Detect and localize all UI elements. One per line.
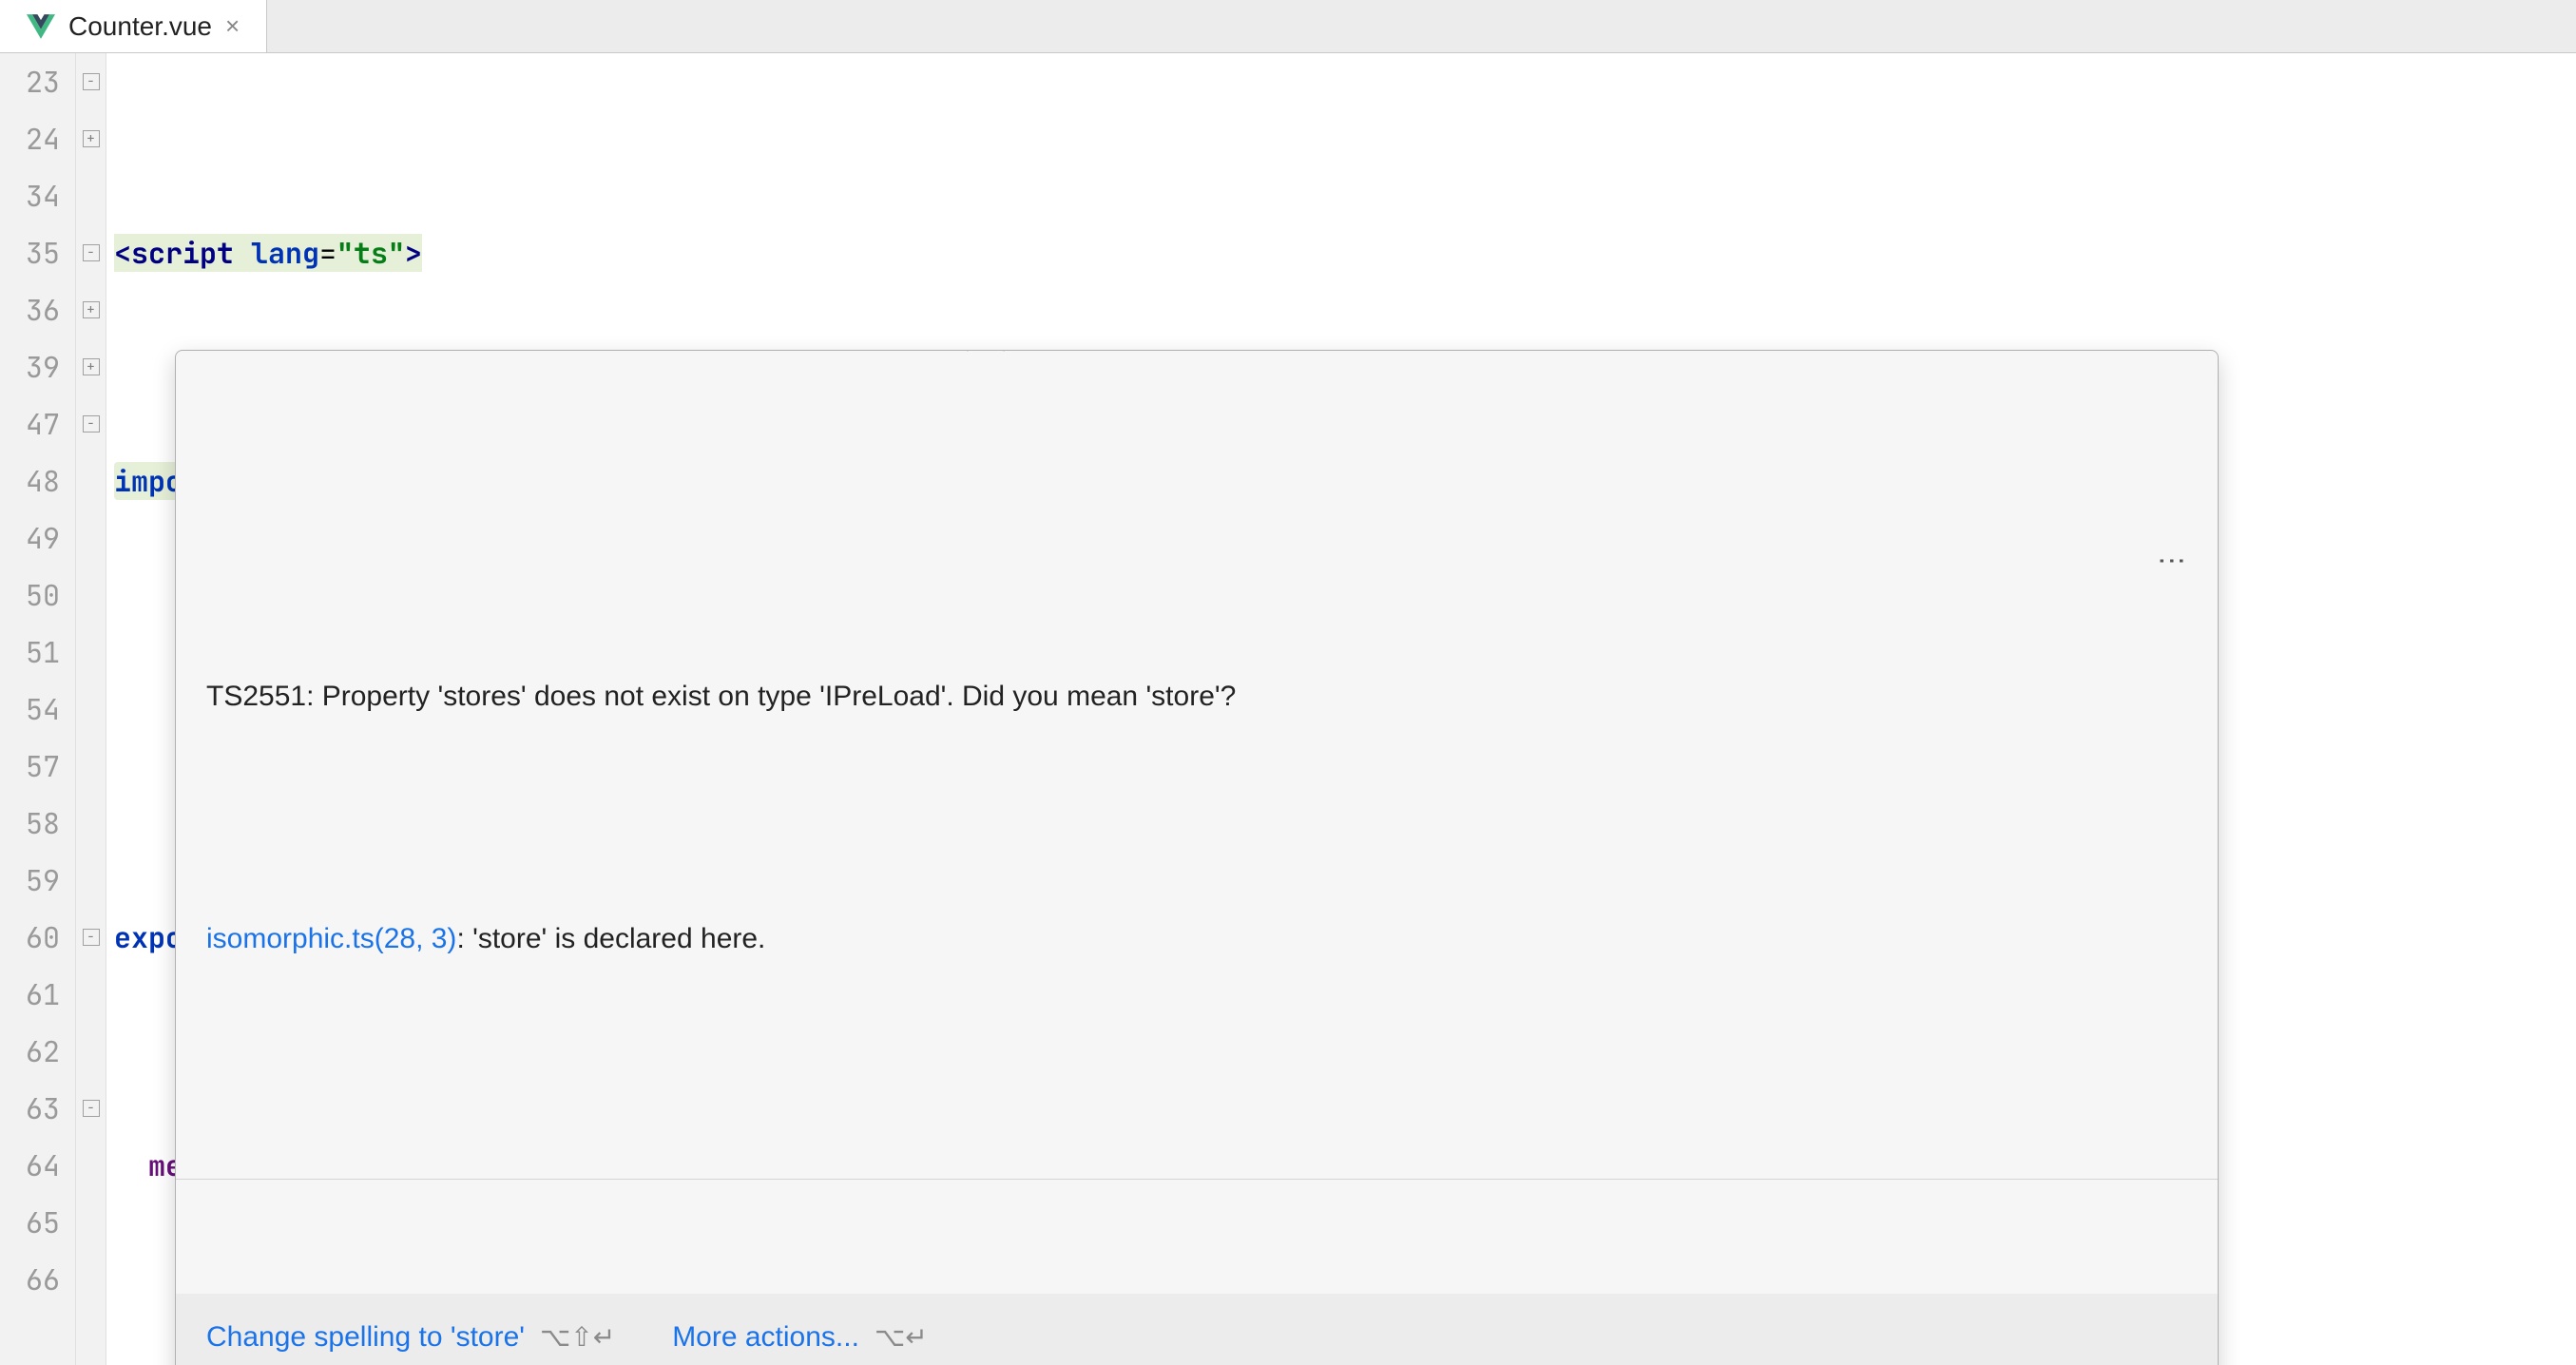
fold-toggle-icon[interactable]: − <box>83 1100 100 1117</box>
line-number: 62 <box>0 1023 60 1080</box>
line-number: 34 <box>0 167 60 224</box>
line-number: 64 <box>0 1137 60 1194</box>
line-number: 58 <box>0 795 60 852</box>
code-line: <script lang="ts"> <box>106 224 2576 281</box>
line-number: 49 <box>0 509 60 567</box>
line-number: 50 <box>0 567 60 624</box>
token: script <box>131 234 234 272</box>
fold-gutter: − + − + + − − − <box>76 53 106 1365</box>
token: > <box>405 234 422 272</box>
tab-bar: Counter.vue × <box>0 0 2576 53</box>
line-number: 23 <box>0 53 60 110</box>
line-number: 24 <box>0 110 60 167</box>
fold-toggle-icon[interactable]: − <box>83 415 100 433</box>
line-number: 51 <box>0 624 60 681</box>
token: = <box>319 234 336 272</box>
line-number-gutter: 23 24 34 35 36 39 47 48 49 50 51 54 57 5… <box>0 53 76 1365</box>
reference-link[interactable]: isomorphic.ts(28, 3) <box>206 923 456 954</box>
line-number: 60 <box>0 909 60 966</box>
line-number: 47 <box>0 395 60 452</box>
shortcut-hint: ⌥⇧↵ <box>540 1322 615 1352</box>
tooltip-pointer <box>967 350 1005 370</box>
token: < <box>114 234 131 272</box>
line-number: 39 <box>0 338 60 395</box>
line-number: 66 <box>0 1251 60 1308</box>
tooltip-body: ⋮ TS2551: Property 'stores' does not exi… <box>176 522 2218 1065</box>
line-number: 65 <box>0 1194 60 1251</box>
fold-toggle-icon[interactable]: + <box>83 301 100 318</box>
fold-toggle-icon[interactable]: − <box>83 73 100 90</box>
token: "ts" <box>336 234 405 272</box>
code-editor[interactable]: 23 24 34 35 36 39 47 48 49 50 51 54 57 5… <box>0 53 2576 1365</box>
error-tooltip: ⋮ TS2551: Property 'stores' does not exi… <box>175 350 2219 1365</box>
quick-fix-action[interactable]: Change spelling to 'store'⌥⇧↵ <box>206 1309 615 1365</box>
vue-file-icon <box>27 14 55 39</box>
more-options-icon[interactable]: ⋮ <box>2150 547 2193 576</box>
line-number: 36 <box>0 281 60 338</box>
line-number: 63 <box>0 1080 60 1137</box>
tab-close-icon[interactable]: × <box>225 11 240 41</box>
line-number: 48 <box>0 452 60 509</box>
line-number: 54 <box>0 681 60 738</box>
fold-toggle-icon[interactable]: + <box>83 130 100 147</box>
line-number: 35 <box>0 224 60 281</box>
code-area[interactable]: <script lang="ts"> import ... export def… <box>106 53 2576 1365</box>
tab-filename: Counter.vue <box>68 11 212 42</box>
line-number: 57 <box>0 738 60 795</box>
fold-toggle-icon[interactable]: − <box>83 244 100 261</box>
fold-toggle-icon[interactable]: − <box>83 929 100 946</box>
line-number: 59 <box>0 852 60 909</box>
more-actions[interactable]: More actions...⌥↵ <box>672 1309 927 1365</box>
divider <box>176 1179 2218 1180</box>
error-message: TS2551: Property 'stores' does not exist… <box>206 675 2187 718</box>
editor-tab[interactable]: Counter.vue × <box>0 0 267 52</box>
fold-toggle-icon[interactable]: + <box>83 358 100 375</box>
line-number: 61 <box>0 966 60 1023</box>
tooltip-actions: Change spelling to 'store'⌥⇧↵ More actio… <box>176 1294 2218 1365</box>
token: lang <box>251 234 319 272</box>
shortcut-hint: ⌥↵ <box>875 1322 928 1352</box>
error-reference: isomorphic.ts(28, 3): 'store' is declare… <box>206 917 2187 960</box>
